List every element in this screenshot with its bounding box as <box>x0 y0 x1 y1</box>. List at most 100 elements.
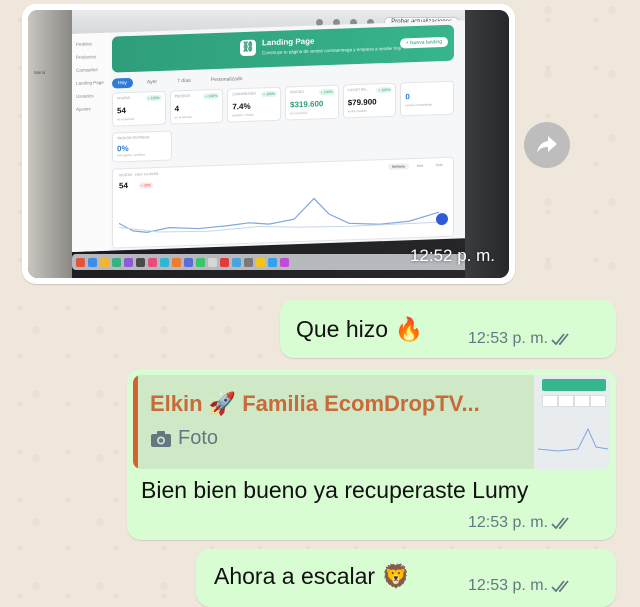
thumbnail-card <box>542 395 558 407</box>
dock-app-icon <box>88 257 97 267</box>
sidebar-item: Landing Page <box>76 79 104 86</box>
double-check-icon <box>551 333 569 346</box>
dock-app-icon <box>196 257 205 267</box>
photo-dashboard-screen: Pedidos Productos Campañas Landing Page … <box>72 20 468 253</box>
chart-tab: Semana <box>387 163 409 170</box>
metric-chip: + 100% <box>318 88 335 96</box>
quote-thumbnail <box>534 375 610 469</box>
dock-app-icon <box>136 257 145 267</box>
metric-value: $79.900 <box>347 97 377 108</box>
photo[interactable]: Menú Probar actualizaciones Pedidos Prod… <box>28 10 509 278</box>
metric-card: VISITAS + 100% 54 en el periodo <box>112 90 166 127</box>
dock-app-icon <box>232 257 241 267</box>
dock-app-icon <box>184 257 193 267</box>
metric-chip: + 100% <box>145 94 162 102</box>
dock-app-icon <box>172 257 181 267</box>
dock-app-icon <box>124 257 133 267</box>
visits-line-chart <box>119 197 439 233</box>
metric-value: 4 <box>174 104 180 114</box>
forward-button[interactable] <box>524 122 570 168</box>
dock-app-icon <box>76 257 85 267</box>
message-text: Bien bien bueno ya recuperaste Lumy <box>141 477 529 503</box>
dock-app-icon <box>280 257 289 267</box>
double-check-icon <box>551 580 569 593</box>
message-time: 12:53 p. m. <box>468 330 549 347</box>
dock-app-icon <box>148 257 157 267</box>
chart-tab: Mes <box>416 163 424 168</box>
photo-left-bezel: Menú <box>28 10 72 278</box>
chart-series-line <box>119 221 439 233</box>
landing-title: Landing Page <box>262 36 315 48</box>
metric-card: VENTAS + 100% $319.600 en el periodo <box>285 84 339 121</box>
thumbnail-chart <box>538 427 608 452</box>
quoted-message[interactable]: Elkin 🚀 Familia EcomDropTV... Foto <box>133 375 610 469</box>
metric-note: entregados / pedidos <box>117 152 146 158</box>
metric-value: 0 <box>405 92 410 102</box>
period-tabs: Hoy Ayer 7 días Personalizado <box>112 74 248 89</box>
forward-icon <box>537 136 557 153</box>
metric-card: CONVERSIÓN + 100% 7.4% pedidos / visitas <box>227 86 282 123</box>
message-time: 12:53 p. m. <box>468 514 549 531</box>
metric-chip: + 100% <box>261 90 278 98</box>
metric-value: 7.4% <box>232 101 251 112</box>
metric-chip: + 100% <box>203 92 220 100</box>
image-timestamp: 12:52 p. m. <box>409 246 495 265</box>
thumbnail-card <box>574 395 590 407</box>
quote-accent-bar <box>133 375 138 469</box>
outgoing-message[interactable]: Ahora a escalar 🦁 12:53 p. m. <box>196 549 616 607</box>
thumbnail-header <box>542 379 606 391</box>
message-time: 12:53 p. m. <box>468 577 549 594</box>
quote-type-label: Foto <box>178 427 219 449</box>
chart-chip: + 26% <box>139 182 154 189</box>
landing-logo-icon: ⛓ <box>240 39 256 57</box>
metric-cards: VISITAS + 100% 54 en el periodo PEDIDOS … <box>112 80 455 127</box>
delivery-rate-card: TASA DE ENTREGA 0% entregados / pedidos <box>112 130 172 163</box>
chart-tabs: Semana Mes Todo <box>387 162 447 170</box>
dock-app-icon <box>100 257 109 267</box>
message-body: Que hizo <box>296 316 389 342</box>
metric-card: PEDIDOS + 100% 4 en el periodo <box>169 88 224 125</box>
sidebar-item: Campañas <box>76 67 98 73</box>
image-message-bubble[interactable]: Menú Probar actualizaciones Pedidos Prod… <box>22 4 515 284</box>
outgoing-reply-message[interactable]: Elkin 🚀 Familia EcomDropTV... Foto Bien … <box>127 369 616 540</box>
period-tab: Personalizado <box>210 76 243 84</box>
message-meta: 12:53 p. m. <box>468 577 573 595</box>
metric-note: en el periodo <box>290 110 308 116</box>
metric-chip: + 100% <box>376 86 393 94</box>
chart-series-line <box>119 197 439 233</box>
metric-note: en el periodo <box>117 116 135 122</box>
chart-label: VISITAS · HOY VS AYER <box>119 171 159 178</box>
metric-card: 0 ventas completadas <box>400 80 455 117</box>
metric-label <box>405 85 449 87</box>
metric-value: 54 <box>117 106 126 116</box>
dock-app-icon <box>256 257 265 267</box>
metric-label: TASA DE ENTREGA <box>117 135 150 141</box>
metric-note: venta / pedido <box>347 108 367 114</box>
quote-author: Elkin 🚀 Familia EcomDropTV... <box>150 391 480 416</box>
outgoing-message[interactable]: Que hizo 🔥 12:53 p. m. <box>280 300 616 358</box>
message-meta: 12:53 p. m. <box>468 514 573 532</box>
fire-emoji: 🔥 <box>394 316 424 342</box>
sidebar-item: Pedidos <box>76 41 93 47</box>
message-text: Ahora a escalar 🦁 <box>214 563 410 590</box>
sidebar-item: Usuarios <box>76 93 94 99</box>
photo-sidebar-fragment: Menú <box>34 70 46 75</box>
new-landing-button: + Nueva landing <box>399 36 448 49</box>
chart-tab: Todo <box>435 163 443 168</box>
dock-app-icon <box>268 257 277 267</box>
landing-header: ⛓ Landing Page Construye tu página de ve… <box>112 24 454 73</box>
metric-note: en el periodo <box>174 114 193 120</box>
dock-app-icon <box>160 257 169 267</box>
message-body: Ahora a escalar <box>214 563 376 589</box>
dock-app-icon <box>220 257 229 267</box>
dock-app-icon <box>112 257 121 267</box>
lion-emoji: 🦁 <box>381 563 411 589</box>
period-tab: 7 días <box>177 77 191 85</box>
metric-note: ventas completadas <box>405 102 433 108</box>
sidebar-item: Ajustes <box>76 106 91 112</box>
period-tab: Ayer <box>146 79 158 86</box>
camera-icon <box>151 430 171 447</box>
message-meta: 12:53 p. m. <box>468 330 573 348</box>
landing-subtitle: Construye tu página de ventas contraentr… <box>262 45 402 56</box>
photo-background-right <box>465 10 509 278</box>
